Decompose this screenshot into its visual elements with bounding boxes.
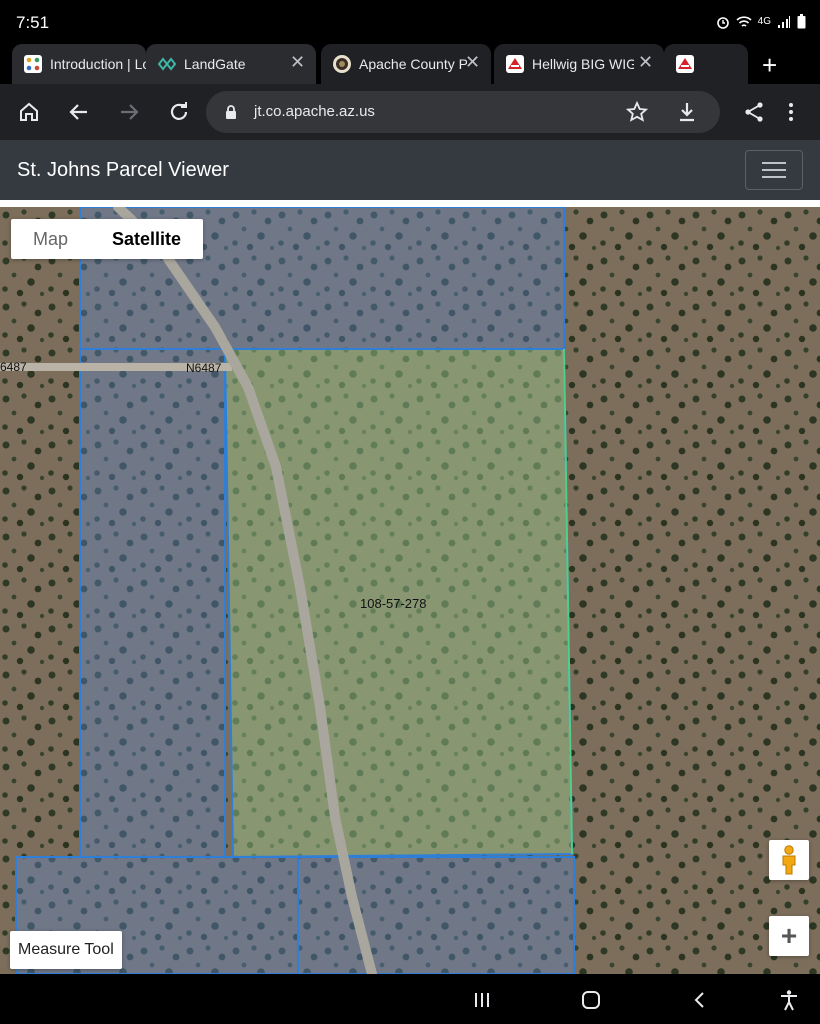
tab-title: Apache County Par (359, 56, 467, 72)
tab-hellwig[interactable]: Hellwig BIG WIG A ✕ (494, 44, 664, 84)
zoom-in-button[interactable]: + (769, 916, 809, 956)
status-icons: 4G (716, 14, 806, 29)
download-icon[interactable] (676, 101, 698, 123)
signal-icon (778, 15, 790, 28)
parcel-label: 108-57-278 (360, 596, 427, 611)
map-canvas[interactable]: 6487 N6487 108-57-278 Map Satellite + Me… (0, 207, 820, 974)
lock-icon (226, 105, 236, 119)
address-bar[interactable]: jt.co.apache.az.us (206, 91, 720, 133)
back-nav-icon[interactable] (690, 990, 710, 1010)
status-time: 7:51 (16, 13, 50, 32)
favicon (24, 55, 42, 73)
tab-landgate[interactable]: LandGate ✕ (146, 44, 316, 84)
road-label-n6487: N6487 (186, 361, 222, 375)
close-tab-icon[interactable]: ✕ (465, 52, 480, 73)
tab-title: Hellwig BIG WIG A (532, 56, 634, 72)
tab-introduction[interactable]: Introduction | Lo (12, 44, 146, 84)
app-title: St. Johns Parcel Viewer (17, 159, 229, 181)
app-header: St. Johns Parcel Viewer (0, 140, 820, 200)
browser-toolbar: jt.co.apache.az.us (0, 84, 820, 140)
tab-strip: Introduction | Lo LandGate ✕ Apache Coun… (0, 44, 820, 84)
accessibility-icon[interactable] (778, 989, 800, 1011)
menu-dots-icon[interactable] (777, 98, 805, 126)
tab-hellwig-2[interactable] (664, 44, 748, 84)
hamburger-line (762, 169, 786, 171)
system-nav-bar (0, 974, 820, 1024)
satellite-imagery[interactable]: 6487 N6487 108-57-278 (0, 207, 820, 974)
road-label-west: 6487 (0, 360, 27, 374)
street-view-pegman-button[interactable] (769, 840, 809, 880)
map-type-satellite-button[interactable]: Satellite (90, 219, 203, 259)
pegman-icon (782, 845, 796, 875)
wifi-icon (736, 15, 752, 27)
close-tab-icon[interactable]: ✕ (290, 52, 305, 73)
header-divider (0, 200, 820, 207)
map-type-map-button[interactable]: Map (11, 219, 90, 259)
new-tab-icon[interactable]: + (762, 50, 777, 81)
reload-icon[interactable] (165, 98, 193, 126)
tab-apache-county[interactable]: Apache County Par ✕ (321, 44, 491, 84)
hellwig-logo-icon (676, 55, 694, 73)
map-type-control: Map Satellite (11, 219, 204, 259)
landgate-logo-icon (157, 55, 177, 73)
tab-title: LandGate (184, 56, 246, 72)
back-icon[interactable] (65, 98, 93, 126)
home-icon[interactable] (15, 98, 43, 126)
status-bar: 7:51 4G (0, 0, 820, 44)
forward-icon[interactable] (115, 98, 143, 126)
hamburger-menu-button[interactable] (745, 150, 803, 190)
hamburger-line (762, 162, 786, 164)
star-icon[interactable] (626, 101, 648, 123)
recent-apps-icon[interactable] (472, 990, 492, 1010)
close-tab-icon[interactable]: ✕ (638, 52, 653, 73)
battery-icon (797, 14, 806, 29)
network-type: 4G (757, 16, 771, 27)
share-icon[interactable] (740, 98, 768, 126)
tab-title: Introduction | Lo (50, 56, 146, 72)
hamburger-line (762, 176, 786, 178)
url-text[interactable]: jt.co.apache.az.us (254, 103, 375, 120)
measure-tool-button[interactable]: Measure Tool (10, 931, 122, 969)
alarm-icon (716, 16, 729, 29)
county-seal-icon (333, 55, 351, 73)
home-nav-icon[interactable] (581, 990, 601, 1010)
hellwig-logo-icon (506, 55, 524, 73)
